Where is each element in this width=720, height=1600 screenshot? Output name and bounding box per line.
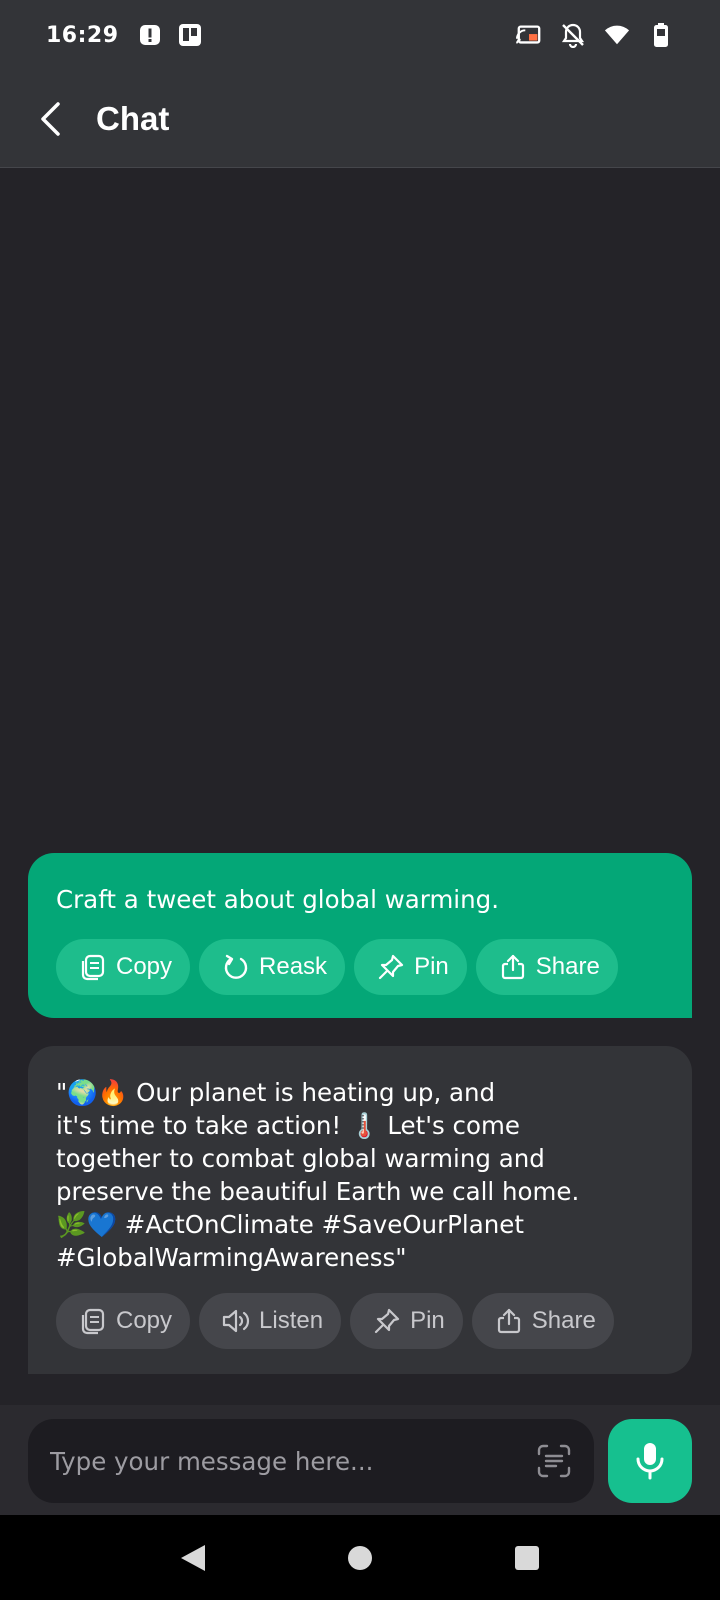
copy-icon xyxy=(78,1306,108,1336)
share-label: Share xyxy=(535,953,600,980)
listen-label: Listen xyxy=(259,1307,324,1334)
share-button[interactable]: Share xyxy=(475,939,618,995)
status-left: 16:29 xyxy=(46,22,203,48)
composer-bar xyxy=(0,1405,720,1515)
pin-icon xyxy=(376,952,406,982)
user-message-actions: Copy Reask Pin Share xyxy=(56,939,618,995)
nav-back-icon[interactable] xyxy=(173,1538,213,1578)
assistant-message-text: "🌍🔥 Our planet is heating up, and it's t… xyxy=(56,1078,580,1272)
pin-label: Pin xyxy=(414,953,449,980)
back-arrow-icon xyxy=(41,101,60,136)
system-nav-bar xyxy=(0,1515,720,1600)
message-input-container xyxy=(28,1419,594,1503)
battery-icon xyxy=(648,22,674,48)
reask-label: Reask xyxy=(259,953,328,980)
assistant-message-bubble: "🌍🔥 Our planet is heating up, and it's t… xyxy=(28,1046,692,1374)
nav-home-icon[interactable] xyxy=(340,1538,380,1578)
copy-button[interactable]: Copy xyxy=(56,939,191,995)
pin-button[interactable]: Pin xyxy=(350,1293,463,1349)
notifications-off-icon xyxy=(560,22,586,48)
cast-icon xyxy=(516,22,542,48)
copy-button[interactable]: Copy xyxy=(56,1293,191,1349)
pin-button[interactable]: Pin xyxy=(354,939,467,995)
microphone-button[interactable] xyxy=(608,1419,692,1503)
pin-label: Pin xyxy=(410,1307,445,1334)
status-bar: 16:29 xyxy=(0,0,720,70)
message-input[interactable] xyxy=(50,1446,510,1476)
speaker-icon xyxy=(221,1306,251,1336)
status-right xyxy=(516,22,674,48)
share-label: Share xyxy=(531,1307,596,1334)
nav-recents-icon[interactable] xyxy=(507,1538,547,1578)
scan-text-icon[interactable] xyxy=(536,1443,572,1479)
wifi-icon xyxy=(604,22,630,48)
user-message-bubble: Craft a tweet about global warming. Copy… xyxy=(28,853,692,1018)
pin-icon xyxy=(372,1306,402,1336)
app-bar: Chat xyxy=(0,70,720,168)
user-message-text: Craft a tweet about global warming. xyxy=(56,885,499,914)
refresh-icon xyxy=(221,952,251,982)
reask-button[interactable]: Reask xyxy=(199,939,346,995)
copy-label: Copy xyxy=(116,1307,173,1334)
share-button[interactable]: Share xyxy=(471,1293,614,1349)
share-icon xyxy=(494,1306,524,1336)
page-title: Chat xyxy=(96,99,170,137)
copy-label: Copy xyxy=(116,953,173,980)
listen-button[interactable]: Listen xyxy=(199,1293,342,1349)
assistant-message-actions: Copy Listen Pin Share xyxy=(56,1293,614,1349)
share-icon xyxy=(498,952,528,982)
back-button[interactable] xyxy=(30,99,70,139)
copy-icon xyxy=(78,952,108,982)
microphone-icon xyxy=(636,1443,664,1480)
chat-area[interactable]: Craft a tweet about global warming. Copy… xyxy=(0,168,720,1405)
trello-icon xyxy=(177,22,203,48)
alert-icon xyxy=(137,22,163,48)
status-time: 16:29 xyxy=(46,22,119,48)
